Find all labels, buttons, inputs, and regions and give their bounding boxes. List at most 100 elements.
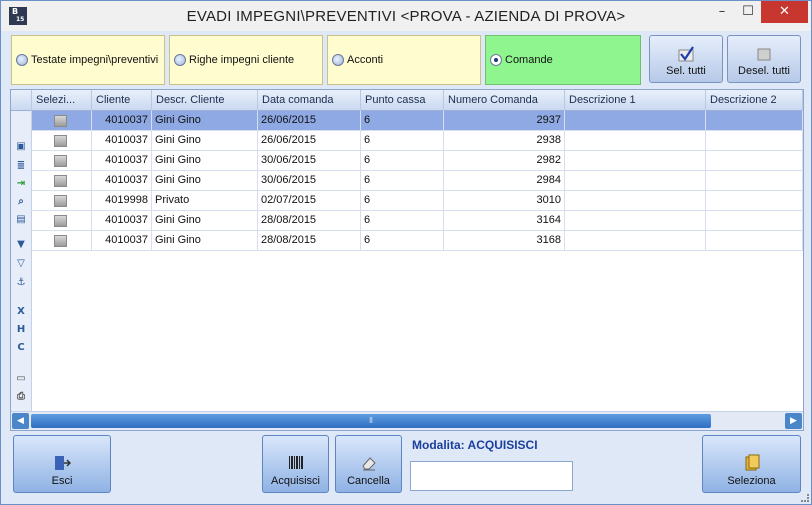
columns-icon[interactable]: ▤ <box>14 214 28 226</box>
table-cell[interactable]: 02/07/2015 <box>258 191 361 210</box>
select-cell[interactable] <box>32 131 92 150</box>
filter-clear-icon[interactable]: ▽ <box>14 258 28 270</box>
filter-icon[interactable]: ▼ <box>14 239 28 251</box>
table-cell[interactable] <box>706 211 803 230</box>
table-cell[interactable]: 26/06/2015 <box>258 111 361 130</box>
minimize-button[interactable]: – <box>709 1 735 23</box>
table-cell[interactable]: Gini Gino <box>152 151 258 170</box>
table-cell[interactable]: 4010037 <box>92 231 152 250</box>
table-cell[interactable] <box>565 111 706 130</box>
table-cell[interactable]: 6 <box>361 231 444 250</box>
select-cell[interactable] <box>32 211 92 230</box>
table-cell[interactable]: 6 <box>361 211 444 230</box>
table-cell[interactable]: 6 <box>361 131 444 150</box>
mode-input[interactable] <box>410 461 573 491</box>
table-cell[interactable] <box>565 191 706 210</box>
radio-selected-icon[interactable] <box>490 54 502 66</box>
table-cell[interactable] <box>565 151 706 170</box>
table-cell[interactable]: 6 <box>361 191 444 210</box>
list-icon[interactable]: ≣ <box>14 160 28 172</box>
select-cell[interactable] <box>32 191 92 210</box>
export-c-icon[interactable]: C <box>14 342 28 354</box>
table-cell[interactable]: 6 <box>361 151 444 170</box>
print-icon[interactable]: ⎙ <box>14 391 28 403</box>
table-cell[interactable] <box>706 231 803 250</box>
anchor-icon[interactable]: ⚓ <box>14 277 28 289</box>
row-checkbox[interactable] <box>54 115 67 127</box>
column-header[interactable]: Numero Comanda <box>444 90 565 111</box>
table-row[interactable]: 4010037 Gini Gino 26/06/2015 6 2938 <box>32 131 803 151</box>
monitor-icon[interactable]: ▭ <box>14 373 28 385</box>
table-cell[interactable] <box>706 131 803 150</box>
table-cell[interactable]: 28/08/2015 <box>258 231 361 250</box>
horizontal-scrollbar[interactable]: ◀ ⦀ ▶ <box>11 411 803 430</box>
table-cell[interactable] <box>565 231 706 250</box>
table-cell[interactable]: 30/06/2015 <box>258 171 361 190</box>
table-cell[interactable]: 30/06/2015 <box>258 151 361 170</box>
table-cell[interactable]: 3168 <box>444 231 565 250</box>
select-cell[interactable] <box>32 171 92 190</box>
table-cell[interactable]: 4010037 <box>92 131 152 150</box>
table-cell[interactable]: 4010037 <box>92 171 152 190</box>
row-checkbox[interactable] <box>54 175 67 187</box>
row-checkbox[interactable] <box>54 215 67 227</box>
column-header[interactable]: Descrizione 1 <box>565 90 706 111</box>
exit-button[interactable]: Esci <box>13 435 111 493</box>
radio-icon[interactable] <box>174 54 186 66</box>
table-cell[interactable] <box>565 211 706 230</box>
search-icon[interactable]: ⌕ <box>14 196 28 208</box>
mode-acconti[interactable]: Acconti <box>327 35 481 85</box>
column-header[interactable]: Descr. Cliente <box>152 90 258 111</box>
delete-button[interactable]: Cancella <box>335 435 402 493</box>
deselect-all-button[interactable]: Desel. tutti <box>727 35 801 83</box>
table-cell[interactable]: Gini Gino <box>152 171 258 190</box>
scroll-right-icon[interactable]: ▶ <box>785 413 802 429</box>
maximize-button[interactable]: ☐ <box>735 1 761 23</box>
table-cell[interactable] <box>706 151 803 170</box>
column-header[interactable]: Selezi... <box>32 90 92 111</box>
mode-comande[interactable]: Comande <box>485 35 641 85</box>
table-cell[interactable]: 4019998 <box>92 191 152 210</box>
column-header[interactable]: Data comanda <box>258 90 361 111</box>
table-row[interactable]: 4010037 Gini Gino 26/06/2015 6 2937 <box>32 111 803 131</box>
row-checkbox[interactable] <box>54 155 67 167</box>
row-checkbox[interactable] <box>54 235 67 247</box>
table-cell[interactable]: 2984 <box>444 171 565 190</box>
table-cell[interactable]: 3164 <box>444 211 565 230</box>
table-cell[interactable]: Gini Gino <box>152 211 258 230</box>
table-cell[interactable]: 6 <box>361 111 444 130</box>
export-x-icon[interactable]: X <box>14 306 28 318</box>
table-cell[interactable] <box>706 111 803 130</box>
table-cell[interactable]: 4010037 <box>92 111 152 130</box>
select-button[interactable]: Seleziona <box>702 435 801 493</box>
row-checkbox[interactable] <box>54 195 67 207</box>
table-cell[interactable]: Privato <box>152 191 258 210</box>
table-cell[interactable]: 2937 <box>444 111 565 130</box>
close-button[interactable]: ✕ <box>761 1 808 23</box>
select-cell[interactable] <box>32 231 92 250</box>
table-cell[interactable] <box>565 171 706 190</box>
table-cell[interactable]: 2982 <box>444 151 565 170</box>
export-icon[interactable]: ⇥ <box>14 178 28 190</box>
column-header[interactable]: Punto cassa <box>361 90 444 111</box>
table-row[interactable]: 4010037 Gini Gino 28/08/2015 6 3164 <box>32 211 803 231</box>
column-header[interactable]: Cliente <box>92 90 152 111</box>
table-cell[interactable]: Gini Gino <box>152 231 258 250</box>
table-cell[interactable]: 4010037 <box>92 151 152 170</box>
scroll-left-icon[interactable]: ◀ <box>12 413 29 429</box>
layout-icon[interactable]: ▣ <box>14 141 28 153</box>
table-cell[interactable]: Gini Gino <box>152 111 258 130</box>
table-cell[interactable] <box>706 171 803 190</box>
select-all-button[interactable]: Sel. tutti <box>649 35 723 83</box>
select-cell[interactable] <box>32 151 92 170</box>
select-cell[interactable] <box>32 111 92 130</box>
row-checkbox[interactable] <box>54 135 67 147</box>
table-cell[interactable]: 26/06/2015 <box>258 131 361 150</box>
table-cell[interactable]: Gini Gino <box>152 131 258 150</box>
table-row[interactable]: 4010037 Gini Gino 30/06/2015 6 2984 <box>32 171 803 191</box>
radio-icon[interactable] <box>16 54 28 66</box>
table-cell[interactable]: 6 <box>361 171 444 190</box>
mode-righe[interactable]: Righe impegni cliente <box>169 35 323 85</box>
mode-testate[interactable]: Testate impegni\preventivi <box>11 35 165 85</box>
table-cell[interactable] <box>565 131 706 150</box>
